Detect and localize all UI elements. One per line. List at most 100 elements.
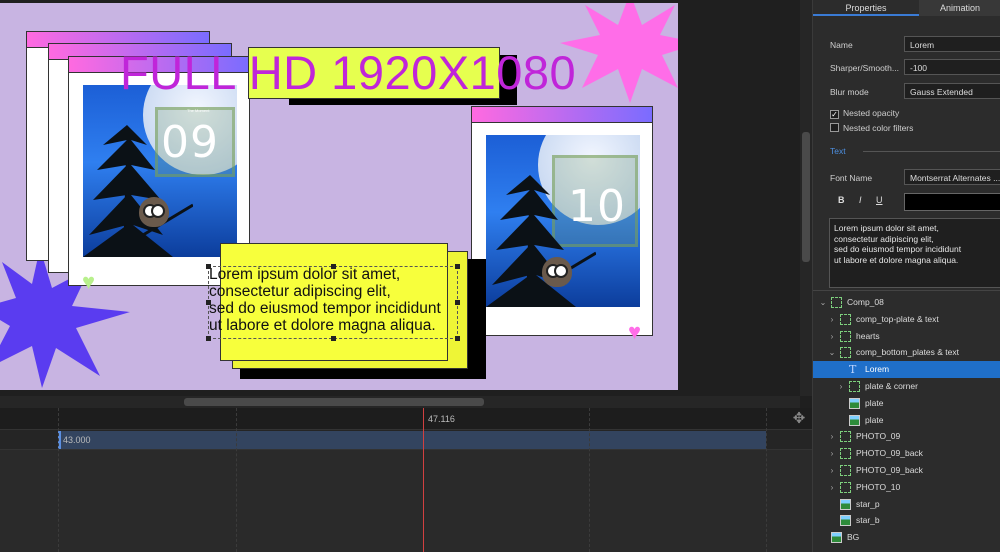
bold-button[interactable]: B bbox=[838, 195, 845, 205]
composition-canvas[interactable]: 09 The Moment ♥ 10 ♥ FULL HD 1920X1080 L… bbox=[0, 3, 678, 390]
layer-label: comp_top-plate & text bbox=[856, 313, 939, 324]
layer-item[interactable]: › hearts bbox=[813, 328, 1000, 345]
layer-item[interactable]: star_b bbox=[813, 512, 1000, 529]
title-text[interactable]: FULL HD 1920X1080 bbox=[120, 45, 576, 100]
resize-handle[interactable] bbox=[455, 264, 460, 269]
composition-icon bbox=[849, 381, 860, 392]
layer-label: PHOTO_09_back bbox=[856, 465, 923, 475]
selection-box[interactable] bbox=[208, 266, 458, 339]
expand-closed-icon[interactable]: › bbox=[828, 445, 836, 462]
layer-item[interactable]: › PHOTO_10 bbox=[813, 479, 1000, 496]
horizontal-scrollbar[interactable] bbox=[0, 396, 800, 408]
timeline-clip[interactable]: 43.000 bbox=[58, 431, 766, 449]
resize-handle[interactable] bbox=[455, 336, 460, 341]
resize-handle[interactable] bbox=[206, 264, 211, 269]
layer-item[interactable]: plate bbox=[813, 412, 1000, 429]
name-field[interactable]: Lorem bbox=[904, 36, 1000, 52]
composition-icon bbox=[840, 313, 851, 325]
expand-closed-icon[interactable]: › bbox=[828, 462, 836, 479]
photo-caption: The Moment bbox=[187, 108, 210, 113]
composition-icon bbox=[840, 330, 851, 342]
layer-item[interactable]: › PHOTO_09_back bbox=[813, 462, 1000, 479]
nested-color-label: Nested color filters bbox=[843, 123, 914, 133]
photo-09-number: 09 bbox=[161, 117, 219, 168]
time-ruler[interactable]: 47.116 bbox=[0, 408, 812, 430]
resize-handle[interactable] bbox=[455, 300, 460, 305]
layer-label: comp_bottom_plates & text bbox=[856, 347, 960, 358]
expand-closed-icon[interactable]: › bbox=[828, 328, 836, 345]
expand-closed-icon[interactable]: › bbox=[828, 428, 836, 445]
panel-divider bbox=[813, 290, 1000, 291]
layer-label: BG bbox=[847, 532, 860, 543]
layer-item[interactable]: BG bbox=[813, 529, 1000, 546]
expand-closed-icon[interactable]: › bbox=[837, 378, 845, 395]
photo-10-card[interactable]: 10 bbox=[471, 106, 653, 336]
resize-handle[interactable] bbox=[331, 264, 336, 269]
timeline-track[interactable]: 43.000 bbox=[0, 430, 812, 450]
text-section-header: Text bbox=[830, 146, 846, 156]
blur-mode-label: Blur mode bbox=[830, 87, 869, 97]
composition-icon bbox=[840, 481, 851, 493]
expand-closed-icon[interactable]: › bbox=[828, 311, 836, 328]
layer-item[interactable]: › PHOTO_09 bbox=[813, 428, 1000, 445]
vertical-scrollbar[interactable] bbox=[800, 0, 812, 396]
resize-handle[interactable] bbox=[206, 300, 211, 305]
layer-item[interactable]: › comp_top-plate & text bbox=[813, 311, 1000, 328]
photo-10-number: 10 bbox=[568, 181, 626, 232]
nested-opacity-checkbox[interactable]: ✓ Nested opacity bbox=[830, 108, 899, 119]
layer-item[interactable]: plate bbox=[813, 395, 1000, 412]
text-line: ut labore et dolore magna aliqua. bbox=[834, 254, 959, 265]
text-content-field[interactable]: Lorem ipsum dolor sit amet, consectetur … bbox=[829, 218, 1000, 288]
timeline-empty-area[interactable] bbox=[0, 450, 812, 552]
font-name-select[interactable]: Montserrat Alternates ... bbox=[904, 169, 1000, 185]
canvas-viewport[interactable]: 09 The Moment ♥ 10 ♥ FULL HD 1920X1080 L… bbox=[0, 0, 812, 408]
text-color-swatch[interactable] bbox=[904, 193, 1000, 211]
resize-handle[interactable] bbox=[331, 336, 336, 341]
clip-start-time: 43.000 bbox=[63, 435, 91, 445]
name-label: Name bbox=[830, 40, 853, 50]
sharpen-label: Sharper/Smooth... bbox=[830, 63, 899, 73]
expand-closed-icon[interactable]: › bbox=[828, 479, 836, 496]
layer-item[interactable]: ⌄ comp_bottom_plates & text bbox=[813, 344, 1000, 361]
image-layer-icon bbox=[831, 532, 842, 544]
composition-icon bbox=[840, 448, 851, 460]
expand-open-icon[interactable]: ⌄ bbox=[828, 344, 836, 361]
layer-item[interactable]: › plate & corner bbox=[813, 378, 1000, 395]
layer-item[interactable]: ⌄ Comp_08 bbox=[813, 294, 1000, 311]
panel-tabs: Properties Animation bbox=[813, 0, 1000, 16]
photo-10-image: 10 bbox=[486, 135, 640, 307]
composition-icon bbox=[840, 465, 851, 476]
font-name-label: Font Name bbox=[830, 173, 873, 183]
layer-label: PHOTO_09 bbox=[856, 431, 901, 442]
layer-label: plate & corner bbox=[865, 381, 918, 391]
pink-heart-icon: ♥ bbox=[628, 319, 642, 344]
layer-label: star_p bbox=[856, 498, 880, 509]
timeline-panel[interactable]: 47.116 43.000 ✥ bbox=[0, 408, 812, 552]
composition-icon bbox=[840, 347, 851, 359]
text-line: Lorem ipsum dolor sit amet, bbox=[834, 223, 939, 233]
expand-open-icon[interactable]: ⌄ bbox=[819, 294, 827, 311]
text-line: consectetur adipiscing elit, bbox=[834, 233, 934, 244]
layer-label: PHOTO_09_back bbox=[856, 448, 923, 459]
italic-button[interactable]: I bbox=[859, 195, 862, 205]
move-icon[interactable]: ✥ bbox=[788, 408, 810, 430]
layer-label: Lorem bbox=[865, 364, 890, 375]
underline-button[interactable]: U bbox=[876, 195, 883, 205]
playhead[interactable] bbox=[423, 408, 424, 552]
tab-animation[interactable]: Animation bbox=[919, 0, 1000, 16]
image-layer-icon bbox=[840, 498, 851, 510]
layer-label: PHOTO_10 bbox=[856, 481, 901, 492]
cursor-time-label: 47.116 bbox=[428, 414, 455, 424]
section-divider bbox=[863, 151, 1000, 152]
composition-icon bbox=[840, 431, 851, 443]
layer-item[interactable]: › PHOTO_09_back bbox=[813, 445, 1000, 462]
nested-color-checkbox[interactable]: Nested color filters bbox=[830, 123, 913, 133]
layer-label: plate bbox=[865, 397, 884, 408]
layer-item[interactable]: T Lorem bbox=[813, 361, 1000, 379]
blur-mode-select[interactable]: Gauss Extended bbox=[904, 83, 1000, 99]
sharpen-field[interactable]: -100 bbox=[904, 59, 1000, 75]
layer-item[interactable]: star_p bbox=[813, 496, 1000, 513]
resize-handle[interactable] bbox=[206, 336, 211, 341]
photo-09-image: 09 The Moment bbox=[83, 85, 237, 257]
tab-properties[interactable]: Properties bbox=[813, 0, 919, 16]
